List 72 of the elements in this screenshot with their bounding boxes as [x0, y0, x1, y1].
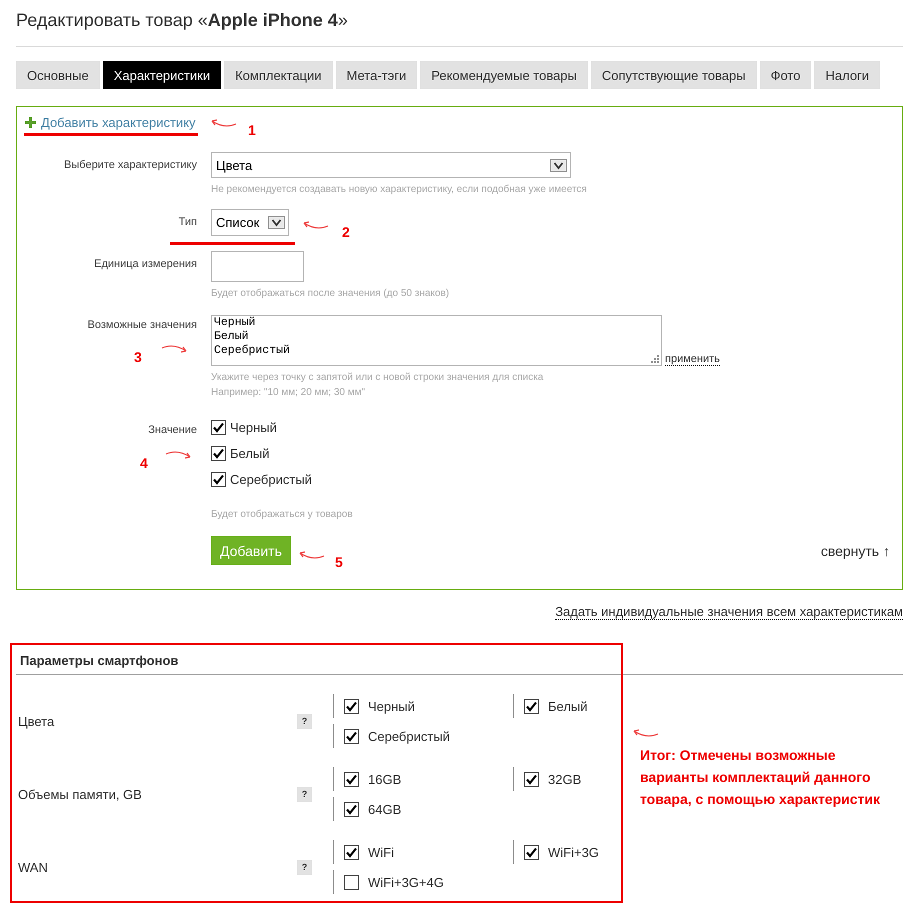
add-feature-link[interactable]: Добавить характеристику: [41, 115, 196, 130]
tab[interactable]: Комплектации: [224, 61, 333, 89]
page-title: Редактировать товар «Apple iPhone 4»: [16, 9, 349, 32]
annotation-number: 5: [335, 554, 343, 570]
option-label: 64GB: [368, 802, 402, 816]
help-button[interactable]: ?: [297, 786, 312, 802]
tab[interactable]: Мета-тэги: [336, 61, 418, 89]
checkbox[interactable]: [344, 844, 359, 860]
checkbox-label: Белый: [230, 446, 270, 461]
tab[interactable]: Сопутствующие товары: [590, 61, 757, 89]
annotation-number: 1: [248, 122, 256, 138]
checkbox[interactable]: [344, 698, 359, 714]
checkbox[interactable]: [524, 844, 539, 860]
checkbox[interactable]: [344, 802, 359, 816]
hint-text: Не рекомендуется создавать новую характеристику, если подобная уже имеется: [211, 184, 588, 195]
annotation-summary: Итог: Отмечены возможные варианты комплектаций данного товара, с помощью характеристик: [640, 746, 882, 809]
annotation-arrow: [302, 220, 330, 230]
help-button[interactable]: ?: [297, 714, 312, 728]
hint-text: Например: "10 мм; 20 мм; 30 мм": [211, 387, 366, 398]
annotation-arrow: [164, 450, 192, 460]
apply-link[interactable]: применить: [665, 353, 720, 366]
help-button[interactable]: ?: [297, 860, 312, 874]
annotation-arrow: [298, 550, 326, 560]
option-label: WiFi+3G: [548, 844, 599, 860]
option-label: WiFi: [368, 844, 394, 860]
hint-text: Будет отображаться у товаров: [211, 509, 354, 520]
option-label: Серебристый: [368, 728, 450, 744]
tab[interactable]: Основные: [16, 61, 100, 89]
annotation-number: 3: [134, 349, 142, 365]
checkbox[interactable]: [211, 420, 226, 435]
checkbox-label: Черный: [230, 420, 277, 435]
annotation-arrow: [210, 118, 238, 128]
unit-input[interactable]: [211, 251, 304, 282]
option-label: 32GB: [548, 772, 582, 786]
option-label: Черный: [368, 698, 415, 714]
field-label: Возможные значения: [88, 318, 197, 331]
parameter-label: Цвета: [17, 714, 56, 728]
tab[interactable]: Характеристики: [102, 61, 222, 89]
collapse-link[interactable]: свернуть ↑: [820, 542, 890, 558]
type-select[interactable]: Список: [211, 209, 289, 236]
field-label: Тип: [178, 215, 197, 228]
option-label: 16GB: [368, 772, 402, 786]
checkbox[interactable]: [344, 874, 359, 890]
field-label: Выберите характеристику: [64, 158, 197, 171]
annotation-number: 4: [140, 455, 148, 471]
parameter-label: WAN: [17, 860, 49, 874]
values-textarea[interactable]: Черный Белый Серебристый: [211, 315, 662, 366]
checkbox[interactable]: [524, 772, 539, 786]
annotation-arrow: [160, 344, 188, 354]
parameter-label: Объемы памяти, GB: [17, 786, 143, 802]
field-label: Значение: [148, 423, 197, 436]
checkbox[interactable]: [344, 728, 359, 744]
checkbox[interactable]: [211, 472, 226, 487]
hint-text: Будет отображаться после значения (до 50 знаков): [211, 288, 450, 299]
checkbox[interactable]: [344, 772, 359, 786]
checkbox-label: Серебристый: [230, 472, 312, 487]
hint-text: Укажите через точку с запятой или с новой строки значения для списка: [211, 372, 544, 383]
plus-icon[interactable]: [25, 117, 36, 128]
annotation-number: 2: [342, 224, 350, 240]
checkbox[interactable]: [211, 446, 226, 461]
option-label: WiFi+3G+4G: [368, 874, 444, 890]
checkbox[interactable]: [524, 698, 539, 714]
annotation-arrow: [632, 728, 660, 738]
individual-values-link[interactable]: Задать индивидуальные значения всем характеристикам: [555, 604, 903, 620]
field-label: Единица измерения: [94, 257, 197, 270]
option-label: Белый: [548, 698, 588, 714]
resize-grip-icon[interactable]: [651, 355, 659, 363]
tab[interactable]: Налоги: [814, 61, 880, 89]
feature-select[interactable]: Цвета: [211, 152, 571, 178]
tab[interactable]: Рекомендуемые товары: [420, 61, 588, 89]
tab[interactable]: Фото: [760, 61, 812, 89]
section-title: Параметры смартфонов: [16, 645, 903, 675]
